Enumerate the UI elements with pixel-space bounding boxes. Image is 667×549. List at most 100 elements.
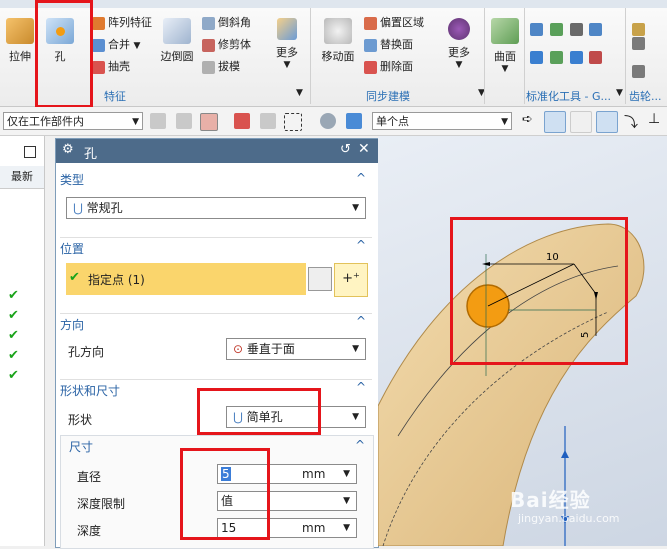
snap-line-icon[interactable]	[596, 111, 618, 133]
std-tool-icon[interactable]	[549, 23, 563, 36]
move-face-button[interactable]: 移动面	[318, 18, 358, 64]
offset-region-button[interactable]: 偏置区域	[364, 12, 424, 34]
annotation-box-dimensions	[180, 448, 270, 540]
specify-point-row[interactable]: ✔ 指定点 (1)	[66, 263, 306, 295]
snap-midpoint-icon[interactable]	[570, 111, 592, 133]
chevron-up-icon[interactable]: ^	[356, 380, 366, 394]
shell-label: 抽壳	[108, 60, 130, 73]
snap-endpoint-icon[interactable]	[544, 111, 566, 133]
select-tool-icon[interactable]	[260, 113, 276, 129]
extrude-label: 拉伸	[9, 50, 31, 63]
gear-icon[interactable]: ⚙	[62, 142, 74, 157]
chevron-down-icon: ▼	[352, 412, 359, 422]
std-tool-icon[interactable]	[530, 23, 543, 36]
chevron-up-icon[interactable]: ^	[356, 314, 366, 328]
hole-type-select[interactable]: ⋃ 常规孔 ▼	[66, 197, 366, 219]
select-tool-icon[interactable]	[150, 113, 166, 129]
watermark-url: jingyan.baidu.com	[518, 512, 620, 525]
shell-button[interactable]: 抽壳	[92, 56, 152, 78]
std-tool-icon[interactable]	[569, 23, 583, 36]
trim-body-button[interactable]: 修剪体	[202, 34, 251, 56]
gear-tool-icon[interactable]	[632, 65, 645, 78]
chevron-up-icon[interactable]: ^	[355, 438, 365, 452]
chamfer-button[interactable]: 倒斜角	[202, 12, 251, 34]
chevron-up-icon[interactable]: ^	[356, 171, 366, 185]
point-mode-select[interactable]: 单个点 ▼	[372, 112, 512, 130]
dialog-title-bar[interactable]: ⚙ 孔 ↺ ✕	[56, 139, 378, 163]
delete-face-button[interactable]: 删除面	[364, 56, 424, 78]
rectangle-select-icon[interactable]	[284, 113, 302, 131]
hole-type-value: 常规孔	[86, 201, 123, 215]
std-tool-icon[interactable]	[589, 51, 603, 64]
unite-dropdown-icon[interactable]: ▼	[134, 41, 141, 51]
std-tool-icon[interactable]	[549, 51, 563, 64]
diameter-unit: mm	[302, 467, 326, 481]
position-section-header[interactable]: 位置 ^	[60, 237, 372, 260]
shell-icon	[92, 60, 105, 74]
normal-to-face-icon: ⊙	[233, 342, 244, 356]
std-tool-icon[interactable]	[569, 51, 583, 64]
edge-blend-button[interactable]: 边倒圆	[158, 18, 196, 64]
hole-direction-value: 垂直于面	[246, 342, 295, 356]
more-feature-button[interactable]: 更多 ▼	[270, 18, 304, 70]
chevron-down-icon: ▼	[501, 117, 508, 127]
point-mode-value: 单个点	[376, 115, 409, 128]
cube-view-icon[interactable]	[346, 113, 362, 129]
ribbon: 拉伸 孔 阵列特征 合并 ▼ 抽壳 边倒圆 倒斜角 修剪体 拔模 更多 ▼ 特征…	[0, 0, 667, 107]
annotation-box-hole	[35, 0, 93, 108]
chevron-down-icon: ▼	[352, 203, 359, 213]
group-label-gear: 齿轮...	[629, 90, 662, 103]
position-section-title: 位置	[60, 242, 85, 256]
hole-direction-label: 孔方向	[68, 345, 105, 359]
chevron-down-icon[interactable]: ▼	[343, 465, 350, 483]
sketch-section-icon[interactable]	[308, 267, 332, 291]
snap-point-icon[interactable]	[200, 113, 218, 131]
more-feature-icon	[277, 18, 297, 40]
point-dialog-icon[interactable]: +⁺	[334, 263, 368, 297]
close-icon[interactable]: ✕	[358, 141, 370, 157]
hole-direction-select[interactable]: ⊙ 垂直于面 ▼	[226, 338, 366, 360]
chevron-down-icon[interactable]: ▼	[343, 519, 350, 537]
feature-small-buttons: 阵列特征 合并 ▼ 抽壳	[92, 12, 152, 78]
replace-face-icon	[364, 38, 377, 52]
std-tools-expand-icon[interactable]: ▼	[616, 88, 623, 98]
filter-scope-select[interactable]: 仅在工作部件内 ▼	[3, 112, 143, 130]
selection-toolbar: 仅在工作部件内 ▼ 单个点 ▼ ➪ ⤵ ⊥	[0, 107, 667, 136]
check-icon: ✔	[8, 328, 19, 343]
snap-curve-icon[interactable]: ⤵	[624, 112, 638, 132]
view-tool-icon[interactable]	[320, 113, 336, 129]
std-tool-icon[interactable]	[530, 51, 543, 64]
draft-button[interactable]: 拔模	[202, 56, 251, 78]
replace-face-label: 替换面	[380, 38, 413, 51]
depth-unit: mm	[302, 521, 326, 535]
arrow-right-icon[interactable]: ➪	[522, 112, 533, 127]
feature-group-expand-icon[interactable]: ▼	[296, 88, 303, 98]
surface-button[interactable]: 曲面 ▼	[488, 18, 522, 74]
replace-face-button[interactable]: 替换面	[364, 34, 424, 56]
maximize-icon[interactable]	[24, 146, 36, 158]
gear-tool-icon[interactable]	[632, 37, 645, 50]
latest-column-header[interactable]: 最新	[0, 166, 44, 189]
snap-point-icon[interactable]	[234, 113, 250, 129]
pattern-feature-icon	[92, 16, 105, 30]
gear-tool-icon[interactable]	[632, 23, 645, 36]
select-tool-icon[interactable]	[176, 113, 192, 129]
chevron-down-icon: ▼	[132, 117, 139, 127]
type-section-header[interactable]: 类型 ^	[60, 171, 372, 191]
chevron-down-icon: ▼	[343, 496, 350, 506]
extrude-icon	[6, 18, 34, 44]
more-sync-button[interactable]: 更多 ▼	[442, 18, 476, 70]
pattern-feature-button[interactable]: 阵列特征	[92, 12, 152, 34]
extrude-button[interactable]: 拉伸	[4, 18, 36, 64]
reset-icon[interactable]: ↺	[340, 142, 351, 157]
chevron-up-icon[interactable]: ^	[356, 238, 366, 252]
group-label-std-tools: 标准化工具 - G...	[526, 90, 611, 103]
draft-label: 拔模	[218, 60, 240, 73]
std-tool-icon[interactable]	[589, 23, 603, 36]
trim-body-label: 修剪体	[218, 38, 251, 51]
unite-button[interactable]: 合并 ▼	[92, 34, 152, 56]
direction-section-header[interactable]: 方向 ^	[60, 313, 372, 336]
snap-tangent-icon[interactable]: ⊥	[648, 111, 660, 127]
move-face-icon	[324, 18, 352, 44]
check-icon: ✔	[8, 348, 19, 363]
